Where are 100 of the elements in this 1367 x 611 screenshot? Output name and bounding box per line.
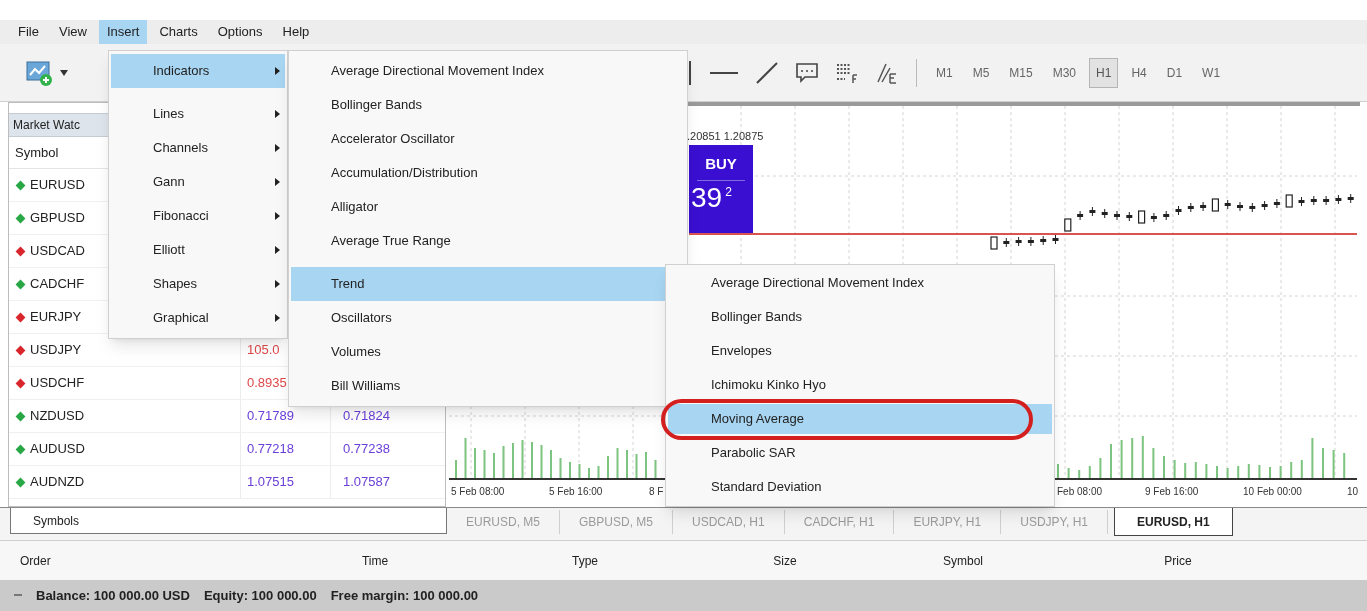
timeframe-button[interactable]: W1: [1195, 57, 1228, 88]
candle: [1211, 198, 1219, 212]
submenu-arrow-icon: [275, 280, 280, 288]
menu-item[interactable]: Fibonacci: [111, 199, 285, 233]
ask-price: 1.07587: [343, 473, 390, 492]
menu-item[interactable]: Moving Average: [668, 404, 1052, 434]
menu-item[interactable]: Charts: [151, 20, 206, 44]
submenu-arrow-icon: [275, 110, 280, 118]
candle: [1273, 199, 1280, 208]
ask-price: 0.77238: [343, 440, 390, 459]
menu-item[interactable]: File: [10, 20, 47, 44]
menu-item[interactable]: Envelopes: [668, 336, 1052, 366]
column-header: Price: [1164, 553, 1192, 568]
candle: [1224, 200, 1231, 209]
timeframe-button[interactable]: M5: [965, 57, 997, 88]
candle: [1150, 213, 1157, 222]
candle: [1138, 210, 1146, 224]
buy-label: BUY: [705, 154, 737, 174]
timeframe-button[interactable]: M15: [1002, 57, 1040, 88]
symbol-name[interactable]: GBPUSD: [30, 208, 85, 228]
comment-icon[interactable]: [796, 62, 818, 83]
menu-item[interactable]: Lines: [111, 97, 285, 131]
symbol-name[interactable]: USDJPY: [30, 340, 82, 360]
status-text: Free margin: 100 000.00: [330, 586, 479, 605]
menu-item[interactable]: Bollinger Bands: [291, 88, 685, 122]
candle: [1089, 207, 1096, 216]
candle: [1040, 236, 1047, 245]
candle: [1064, 218, 1072, 232]
column-header: Order: [20, 553, 51, 568]
grid-dots-icon[interactable]: [836, 62, 858, 83]
timeframe-button[interactable]: D1: [1159, 57, 1190, 88]
menu-item[interactable]: Elliott: [111, 233, 285, 267]
menu-item[interactable]: Alligator: [291, 190, 685, 224]
menu-item[interactable]: Gann: [111, 165, 285, 199]
symbol-name[interactable]: AUDUSD: [30, 439, 85, 459]
candle: [1015, 237, 1022, 246]
column-header: Type: [572, 553, 598, 568]
menu-item[interactable]: Accelerator Oscillator: [291, 122, 685, 156]
menu-item[interactable]: View: [50, 20, 95, 44]
time-label: 9 Feb 16:00: [1145, 485, 1199, 499]
symbols-tab[interactable]: Symbols: [10, 508, 447, 534]
menu-item[interactable]: Standard Deviation: [668, 472, 1052, 502]
menu-item[interactable]: Bollinger Bands: [668, 302, 1052, 332]
symbol-name[interactable]: EURJPY: [30, 307, 82, 327]
submenu-arrow-icon: [275, 314, 280, 322]
candle: [1261, 201, 1268, 210]
submenu-arrow-icon: [275, 178, 280, 186]
timeframe-button[interactable]: M30: [1045, 57, 1084, 88]
new-chart-icon[interactable]: [26, 58, 54, 87]
menu-item[interactable]: Options: [209, 20, 271, 44]
candle: [1298, 197, 1305, 206]
time-label: 5 Feb 16:00: [549, 485, 603, 499]
symbol-name[interactable]: USDCHF: [30, 373, 85, 393]
menu-item[interactable]: Ichimoku Kinko Hyo: [668, 370, 1052, 400]
panel-title: Market Watc: [13, 117, 80, 134]
trend-line-icon[interactable]: [756, 61, 778, 84]
menu-item[interactable]: Parabolic SAR: [668, 438, 1052, 468]
menu-item[interactable]: Average Directional Movement Index: [291, 54, 685, 88]
candle: [1126, 212, 1133, 221]
symbol-name[interactable]: AUDNZD: [30, 472, 85, 492]
time-label: 8 F: [649, 485, 664, 499]
price-superscript: 2: [725, 183, 732, 201]
timeframe-button[interactable]: H1: [1089, 57, 1119, 88]
vertical-line-icon[interactable]: [688, 60, 692, 85]
symbol-name[interactable]: NZDUSD: [30, 406, 85, 426]
candle: [1027, 237, 1034, 246]
bid-price: 0.71789: [247, 407, 294, 426]
candle: [1175, 206, 1182, 215]
bid-price: 0.8935: [247, 374, 287, 393]
candle: [1163, 211, 1170, 220]
candle: [1114, 211, 1120, 220]
status-text: Balance: 100 000.00 USD: [36, 586, 190, 605]
menu-item[interactable]: Insert: [98, 20, 148, 44]
menu-item[interactable]: Graphical: [111, 301, 285, 335]
menu-item[interactable]: Help: [274, 20, 318, 44]
timeframe-button[interactable]: H4: [1124, 57, 1154, 88]
menu-item[interactable]: Shapes: [111, 267, 285, 301]
time-label: 10: [1347, 485, 1359, 499]
candle: [1200, 202, 1207, 211]
candle: [1237, 202, 1243, 211]
symbol-name[interactable]: EURUSD: [30, 175, 85, 195]
menu-item[interactable]: Average True Range: [291, 224, 685, 258]
chart-tab[interactable]: EURUSD, H1: [1114, 508, 1233, 536]
column-header: Time: [361, 553, 389, 568]
fibonacci-icon[interactable]: [876, 61, 898, 84]
menu-item[interactable]: Indicators: [111, 54, 285, 88]
column-header: Symbol: [15, 143, 59, 162]
bid-price: 105.0: [247, 341, 280, 360]
symbol-name[interactable]: CADCHF: [30, 274, 85, 294]
status-text: Equity: 100 000.00: [203, 586, 317, 605]
ask-price: 0.71824: [343, 407, 390, 426]
buy-price: 39: [691, 180, 723, 215]
caret-icon[interactable]: [60, 69, 68, 76]
symbol-name[interactable]: USDCAD: [30, 241, 85, 261]
menu-item[interactable]: Channels: [111, 131, 285, 165]
collapse-icon[interactable]: [14, 594, 22, 597]
candle: [1347, 194, 1354, 203]
candle: [1187, 203, 1194, 212]
menu-item[interactable]: Accumulation/Distribution: [291, 156, 685, 190]
timeframe-button[interactable]: M1: [929, 57, 960, 88]
